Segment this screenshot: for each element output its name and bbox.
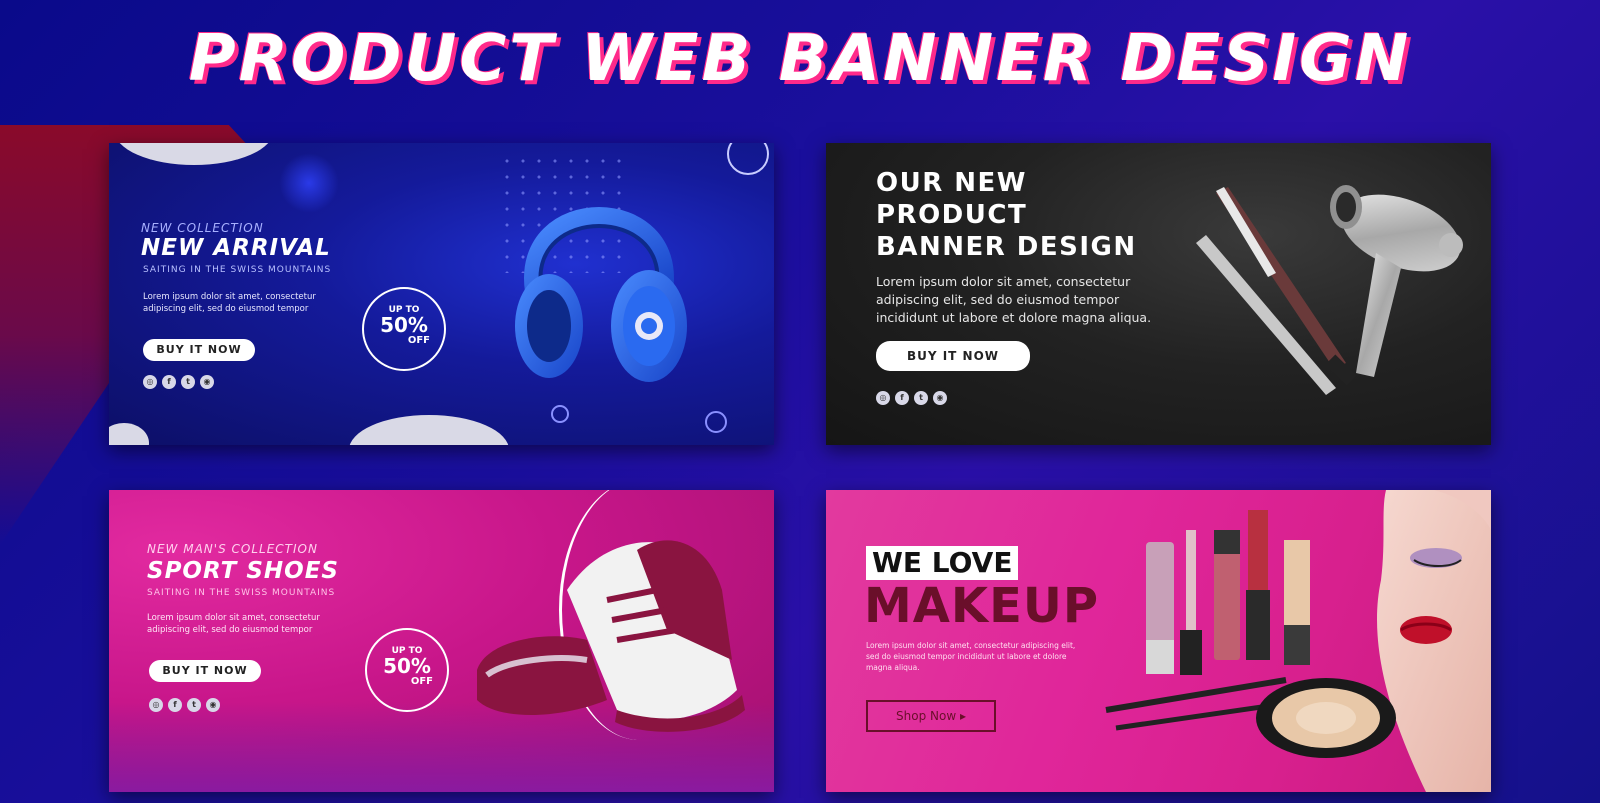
discount-badge: UP TO 50% OFF: [362, 287, 446, 371]
banner-headline: OUR NEW PRODUCT BANNER DESIGN: [876, 167, 1137, 263]
facebook-icon[interactable]: f: [168, 698, 182, 712]
discount-badge: UP TO 50% OFF: [365, 628, 449, 712]
web-icon[interactable]: ◉: [206, 698, 220, 712]
page-title: PRODUCT WEB BANNER DESIGN: [188, 22, 1412, 96]
banner-headline: MAKEUP: [864, 578, 1100, 634]
banner-new-arrival[interactable]: NEW COLLECTION NEW ARRIVAL SAITING IN TH…: [109, 143, 774, 445]
headline-line: BANNER DESIGN: [876, 232, 1137, 262]
decor-half-circle: [349, 415, 509, 445]
sneaker-image: [477, 540, 745, 732]
headphones-image: [515, 207, 687, 382]
banner-tag: WE LOVE: [866, 546, 1019, 580]
decor-ring: [705, 411, 727, 433]
decor-half-circle: [109, 423, 149, 445]
body-line: Lorem ipsum dolor sit amet, consectetur: [876, 274, 1131, 289]
banner-kicker: NEW MAN'S COLLECTION: [147, 542, 318, 556]
buy-it-now-button[interactable]: BUY IT NOW: [876, 341, 1030, 371]
instagram-icon[interactable]: ◎: [143, 375, 157, 389]
headline-line: OUR NEW: [876, 168, 1027, 198]
social-icons: ◎ f t ◉: [149, 698, 220, 712]
web-icon[interactable]: ◉: [933, 391, 947, 405]
banner-sport-shoes[interactable]: NEW MAN'S COLLECTION SPORT SHOES SAITING…: [109, 490, 774, 792]
banner-subline: SAITING IN THE SWISS MOUNTAINS: [143, 265, 332, 275]
twitter-icon[interactable]: t: [187, 698, 201, 712]
arrow-right-icon: ▸: [959, 709, 966, 723]
banner-kicker: NEW COLLECTION: [141, 221, 264, 235]
banner-body-text: Lorem ipsum dolor sit amet, consectetur …: [866, 641, 1076, 672]
decor-half-circle: [114, 143, 274, 165]
banner-headline: SPORT SHOES: [147, 558, 339, 584]
hair-tools-image: [1196, 185, 1463, 395]
banner-we-love-makeup[interactable]: WE LOVE MAKEUP Lorem ipsum dolor sit ame…: [826, 490, 1491, 792]
shop-now-label: Shop Now: [896, 709, 957, 723]
banner-body-text: Lorem ipsum dolor sit amet, consectetur …: [147, 613, 320, 635]
decor-ring: [551, 405, 569, 423]
twitter-icon[interactable]: t: [181, 375, 195, 389]
makeup-products-image: [1105, 490, 1491, 792]
decor-ring: [727, 143, 769, 175]
facebook-icon[interactable]: f: [162, 375, 176, 389]
badge-percent: 50%: [380, 313, 428, 337]
instagram-icon[interactable]: ◎: [149, 698, 163, 712]
web-icon[interactable]: ◉: [200, 375, 214, 389]
instagram-icon[interactable]: ◎: [876, 391, 890, 405]
shop-now-button[interactable]: Shop Now ▸: [866, 700, 996, 732]
badge-percent: 50%: [383, 654, 431, 678]
social-icons: ◎ f t ◉: [876, 391, 947, 405]
body-line: adipiscing elit, sed do eiusmod tempor: [876, 292, 1120, 307]
buy-it-now-button[interactable]: BUY IT NOW: [143, 339, 255, 361]
banner-body-text: Lorem ipsum dolor sit amet, consectetur …: [876, 273, 1196, 327]
social-icons: ◎ f t ◉: [143, 375, 214, 389]
headline-line: PRODUCT: [876, 200, 1028, 230]
body-line: incididunt ut labore et dolore magna ali…: [876, 310, 1152, 325]
decor-glow: [279, 153, 339, 213]
banner-body-text: Lorem ipsum dolor sit amet, consectetur …: [143, 292, 316, 314]
buy-it-now-button[interactable]: BUY IT NOW: [149, 660, 261, 682]
banner-subline: SAITING IN THE SWISS MOUNTAINS: [147, 588, 336, 598]
facebook-icon[interactable]: f: [895, 391, 909, 405]
banner-headline: NEW ARRIVAL: [141, 235, 331, 261]
twitter-icon[interactable]: t: [914, 391, 928, 405]
banner-our-new-product[interactable]: OUR NEW PRODUCT BANNER DESIGN Lorem ipsu…: [826, 143, 1491, 445]
